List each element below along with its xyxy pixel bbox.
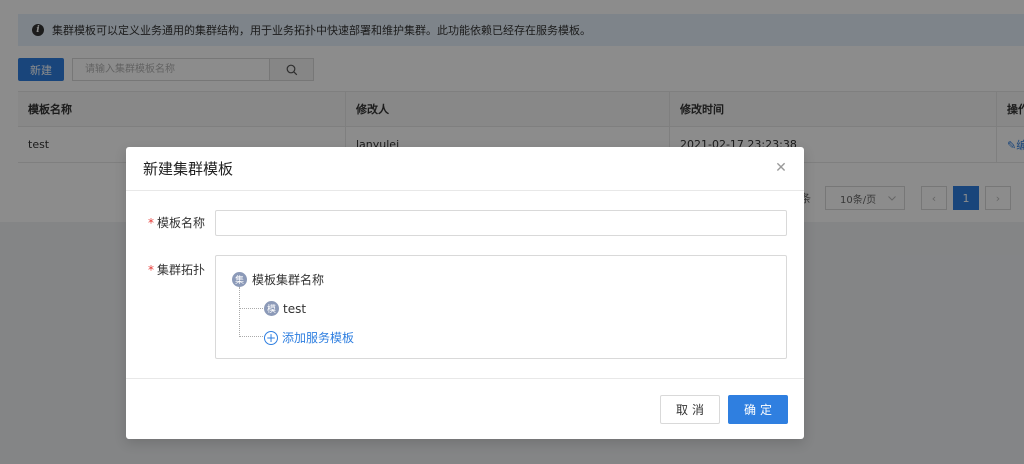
child-node-label: test [283, 301, 307, 316]
plus-circle-icon: + [264, 330, 278, 345]
template-badge-icon: 模 [264, 301, 279, 316]
close-icon[interactable]: ✕ [774, 161, 788, 175]
cluster-badge-icon: 集 [232, 272, 247, 287]
form-row-name: * 模板名称 [126, 210, 787, 236]
form-row-topology: * 集群拓扑 集 模板集群名称 模 test + 添加服务模板 [126, 255, 787, 359]
root-node-label: 模板集群名称 [252, 273, 325, 287]
cancel-button[interactable]: 取消 [660, 395, 720, 424]
tree-connector [239, 308, 263, 309]
tree-root-node: 集 模板集群名称 [232, 271, 324, 288]
modal-title: 新建集群模板 [143, 160, 234, 178]
tree-connector [239, 336, 263, 337]
modal-footer: 取消 确定 [126, 378, 804, 439]
add-service-template-button[interactable]: + 添加服务模板 [264, 329, 354, 346]
name-label: * 模板名称 [147, 216, 205, 230]
modal-header: 新建集群模板 ✕ [126, 147, 804, 191]
confirm-button[interactable]: 确定 [728, 395, 788, 424]
template-name-input[interactable] [215, 210, 787, 236]
add-service-label: 添加服务模板 [282, 331, 355, 345]
new-cluster-template-modal: 新建集群模板 ✕ *模板名称 *集群拓扑 集 模板集群名称 模 test + [126, 147, 804, 439]
tree-child-node[interactable]: 模 test [264, 301, 306, 316]
tree-connector [239, 287, 240, 337]
required-mark: * [147, 263, 154, 277]
topology-tree: 集 模板集群名称 模 test + 添加服务模板 [215, 255, 787, 359]
topology-label: * 集群拓扑 [147, 263, 205, 277]
required-mark: * [147, 216, 154, 230]
